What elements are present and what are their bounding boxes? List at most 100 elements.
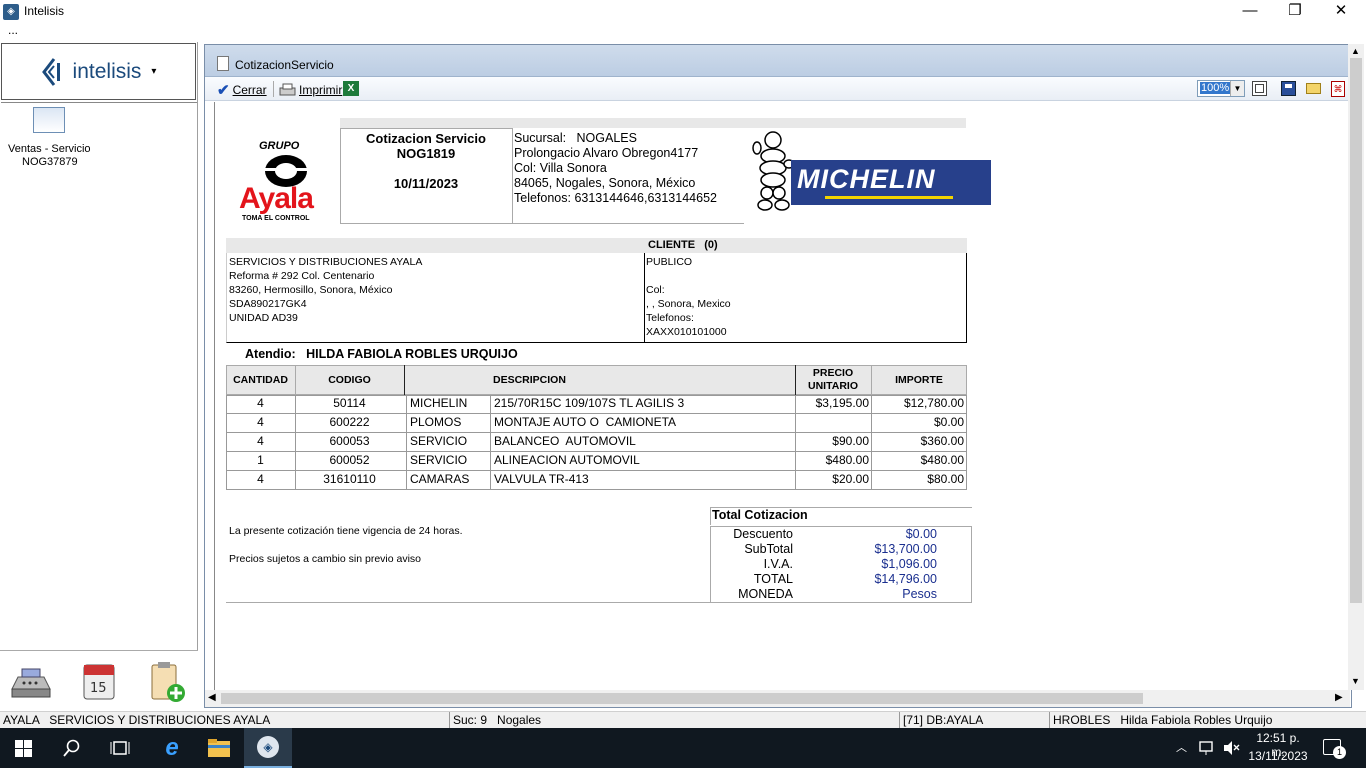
minimize-button[interactable]: — [1227,2,1273,22]
save-icon[interactable] [1281,81,1296,96]
taskbar-intelisis-app[interactable]: ◈ [244,728,292,768]
close-button[interactable]: ✕ [1318,2,1364,22]
email-icon[interactable] [1306,83,1321,94]
totals-rows: Descuento $0.00 SubTotal $13,700.00 I.V.A.… [710,527,970,602]
items-table-grid [226,395,967,490]
michelin-banner: MICHELIN [791,160,991,205]
intelisis-logo-text: intelisis [72,59,142,83]
totals-label: Descuento [733,527,793,541]
michelin-text: MICHELIN [797,164,936,194]
totals-title: Total Cotizacion [712,508,808,522]
file-explorer-icon[interactable] [207,737,231,759]
col-precio-header-line1: PRECIO [812,367,854,379]
notification-badge: 1 [1333,746,1346,759]
cerrar-button[interactable]: ✔ Cerrar [217,81,267,99]
atendio-name: HILDA FABIOLA ROBLES URQUIJO [306,347,518,361]
status-bar: AYALA SERVICIOS Y DISTRIBUCIONES AYALA S… [0,711,1366,729]
task-item-ventas-servicio[interactable]: Ventas - Servicio NOG37879 [1,103,101,173]
totals-row-iva: I.V.A. $1,096.00 [710,557,970,572]
branch-line1: Sucursal: NOGALES [514,131,637,145]
company-city: 83260, Hermosillo, Sonora, México [229,284,393,296]
scroll-down-icon[interactable]: ▼ [1351,676,1360,686]
totals-row-subtotal: SubTotal $13,700.00 [710,542,970,557]
company-address: Reforma # 292 Col. Centenario [229,270,375,282]
scroll-right-icon[interactable]: ▶ [1335,692,1343,703]
imprimir-label: Imprimir [299,83,343,97]
client-phones: Telefonos: [646,312,694,324]
document-titlebar: CotizacionServicio [205,45,1351,77]
totals-row-total: TOTAL $14,796.00 [710,572,970,587]
totals-label: I.V.A. [763,557,793,571]
totals-label: TOTAL [753,572,793,586]
atendio-label: Atendio: [245,347,296,361]
branch-colonia: Col: Villa Sonora [514,161,607,175]
task-list: Ventas - Servicio NOG37879 [1,102,197,650]
search-icon[interactable] [63,739,81,757]
quote-date: 10/11/2023 [393,176,459,191]
scroll-thumb[interactable] [221,693,1143,704]
totals-value: $13,700.00 [874,542,937,556]
menu-overflow[interactable]: ... [8,23,18,37]
col-codigo-header: CODIGO [328,374,371,386]
excel-export-icon[interactable]: X [343,81,359,96]
client-city: , , Sonora, Mexico [646,298,731,310]
calendar-icon[interactable]: 15 [78,659,124,705]
client-name: PUBLICO [646,256,693,268]
clock-date[interactable]: 13/11/2023 [1248,749,1308,763]
validity-note: La presente cotización tiene vigencia de… [229,525,463,537]
bottom-shortcuts: 15 [0,650,198,710]
clipboard-add-icon[interactable] [146,659,192,705]
totals-value: $0.00 [905,527,937,541]
toolbar-divider [273,81,274,97]
app-icon: ◈ [3,4,19,20]
report-page: GRUPO Ayala TOMA EL CONTROL Cotizacion S… [214,102,1350,692]
task-item-label: Ventas - Servicio [8,143,91,155]
document-window: CotizacionServicio ✔ Cerrar Imprimir X 1… [204,44,1352,708]
horizontal-scrollbar[interactable]: ◀ ▶ [205,690,1350,707]
intelisis-logo-button[interactable]: intelisis ▾ [1,43,196,100]
intelisis-app-icon: ◈ [257,736,279,758]
quote-title: Cotizacion Servicio [366,131,486,146]
report-bottom-rule [226,602,971,603]
client-divider [644,253,645,343]
company-name: SERVICIOS Y DISTRIBUCIONES AYALA [229,256,423,268]
internet-explorer-icon[interactable]: e [156,732,188,764]
vertical-scrollbar[interactable]: ▲ ▼ [1348,44,1364,690]
zoom-value: 100% [1200,82,1231,94]
totals-value: Pesos [902,587,937,601]
notification-center-icon[interactable]: 1 [1323,739,1346,759]
intelisis-logo-icon [41,57,60,86]
totals-label: MONEDA [738,587,793,601]
checkmark-icon: ✔ [217,82,230,99]
client-colonia: Col: [646,284,665,296]
status-sucursal: Suc: 9 Nogales [450,712,900,729]
scroll-left-icon[interactable]: ◀ [208,692,216,703]
client-info: PUBLICO Col: , , Sonora, Mexico Telefono… [646,255,731,339]
task-view-icon[interactable] [110,739,130,757]
window-icon [33,107,65,133]
maximize-button[interactable]: ❐ [1272,2,1318,22]
scroll-up-icon[interactable]: ▲ [1351,46,1360,56]
company-unit: UNIDAD AD39 [229,312,298,324]
col-precio-header-line2: UNITARIO [808,380,858,392]
zoom-select[interactable]: 100% ▼ [1197,80,1245,97]
windows-start-icon[interactable] [15,740,32,757]
page-layout-icon[interactable] [1252,81,1267,96]
printer-icon [279,83,296,96]
michelin-logo: MICHELIN [751,130,991,220]
pdf-export-icon[interactable]: ⌘ [1331,81,1345,97]
report-toolbar: ✔ Cerrar Imprimir X 100% ▼ ⌘ [205,77,1351,101]
atendio-line: Atendio: HILDA FABIOLA ROBLES URQUIJO [245,347,518,361]
network-icon[interactable] [1198,740,1216,756]
branch-phones: Telefonos: 6313144646,6313144652 [514,191,717,205]
cash-register-icon[interactable] [8,659,54,705]
status-empresa: AYALA SERVICIOS Y DISTRIBUCIONES AYALA [0,712,450,729]
scroll-thumb[interactable] [1350,58,1362,603]
totals-label: SubTotal [744,542,793,556]
speaker-muted-icon[interactable] [1222,740,1240,756]
imprimir-button[interactable]: Imprimir [279,81,342,99]
windows-taskbar: e ◈ ︿ 12:51 p. m. 13/11/2023 1 [0,728,1366,768]
bibendum-icon [752,131,795,211]
quote-number: NOG1819 [396,146,456,161]
chevron-up-icon[interactable]: ︿ [1176,739,1187,755]
